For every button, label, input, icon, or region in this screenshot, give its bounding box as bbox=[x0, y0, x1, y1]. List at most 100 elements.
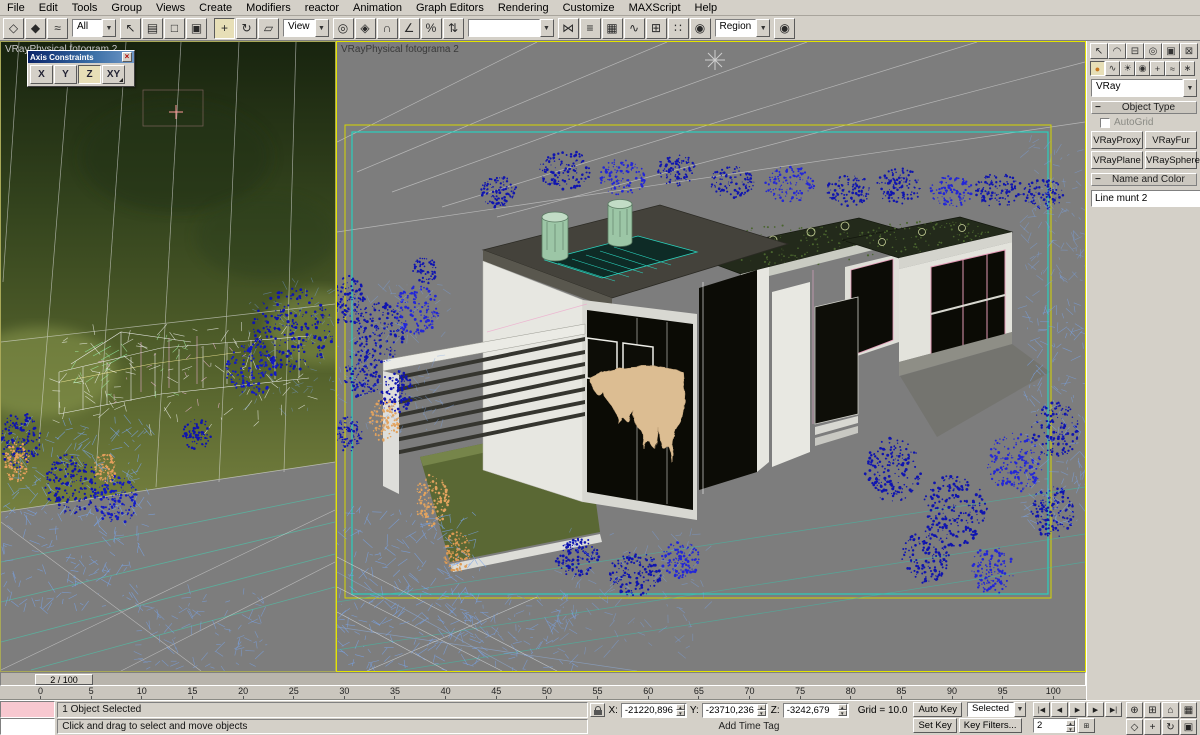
zoom-extents-all-icon[interactable]: ▦ bbox=[1180, 702, 1197, 718]
menu-item[interactable]: Graph Editors bbox=[409, 1, 491, 15]
go-to-end-button[interactable]: ▶| bbox=[1105, 702, 1122, 717]
rollout-name-color[interactable]: Name and Color bbox=[1091, 173, 1197, 186]
select-and-move-icon[interactable]: + bbox=[214, 17, 235, 39]
object-type-button[interactable]: VRayPlane bbox=[1091, 151, 1143, 169]
category-shapes[interactable]: ∿ bbox=[1105, 61, 1120, 76]
tab-create[interactable]: ↖ bbox=[1090, 43, 1108, 59]
select-object-icon[interactable]: ↖ bbox=[120, 17, 141, 39]
viewport-left[interactable]: VRayPhysical fotogram 2 Axis Constraints… bbox=[0, 41, 336, 672]
use-pivot-point-center-icon[interactable]: ◎ bbox=[332, 17, 354, 39]
reference-coordinate-dropdown[interactable]: View ▼ bbox=[283, 19, 329, 37]
tab-modify[interactable]: ◠ bbox=[1108, 43, 1126, 59]
menu-item[interactable]: reactor bbox=[298, 1, 346, 15]
menu-item[interactable]: MAXScript bbox=[622, 1, 688, 15]
render-type-dropdown[interactable]: Region ▼ bbox=[714, 19, 771, 37]
viewport-main[interactable]: VRayPhysical fotograma 2 bbox=[336, 41, 1086, 672]
close-icon[interactable]: × bbox=[122, 52, 132, 62]
object-type-button[interactable]: VRayProxy bbox=[1091, 131, 1143, 149]
quick-render-icon[interactable]: ◉ bbox=[774, 17, 796, 39]
spinner[interactable]: ▲ ▼ bbox=[1066, 719, 1075, 732]
mirror-icon[interactable]: ⋈ bbox=[557, 17, 579, 39]
menu-item[interactable]: Modifiers bbox=[239, 1, 298, 15]
play-button[interactable]: ▶ bbox=[1069, 702, 1086, 717]
axis-constraints-titlebar[interactable]: Axis Constraints × bbox=[28, 51, 134, 63]
percent-snap-icon[interactable]: % bbox=[420, 17, 442, 39]
spinner[interactable]: ▲ ▼ bbox=[756, 704, 766, 716]
rollout-object-type[interactable]: Object Type bbox=[1091, 101, 1197, 114]
axis-constraints-toolbar[interactable]: Axis Constraints × X Y Z XY bbox=[27, 50, 135, 87]
tab-utilities[interactable]: ⊠ bbox=[1180, 43, 1198, 59]
zoom-all-icon[interactable]: ⊞ bbox=[1144, 702, 1161, 718]
time-slider-track[interactable]: 2 / 100 bbox=[0, 672, 1086, 686]
auto-key-button[interactable]: Auto Key bbox=[913, 702, 963, 717]
render-scene-icon[interactable]: ◉ bbox=[689, 17, 711, 39]
angle-snap-icon[interactable]: ∠ bbox=[398, 17, 420, 39]
arc-rotate-icon[interactable]: ↻ bbox=[1162, 719, 1179, 735]
menu-item[interactable]: Group bbox=[104, 1, 149, 15]
named-selection-sets-dropdown[interactable]: ▼ bbox=[467, 19, 554, 37]
key-filters-button[interactable]: Key Filters... bbox=[958, 718, 1022, 733]
menu-item[interactable]: Views bbox=[149, 1, 192, 15]
object-type-button[interactable]: VRaySphere bbox=[1145, 151, 1200, 169]
pan-icon[interactable]: + bbox=[1144, 719, 1161, 735]
mini-listener-macro-pane[interactable] bbox=[0, 701, 56, 718]
transform-type-in-lock-button[interactable] bbox=[590, 703, 606, 717]
rectangular-selection-region-icon[interactable]: □ bbox=[164, 17, 185, 39]
tab-hierarchy[interactable]: ⊟ bbox=[1126, 43, 1144, 59]
menu-item[interactable]: Help bbox=[688, 1, 725, 15]
autogrid-checkbox[interactable] bbox=[1100, 117, 1110, 128]
time-slider[interactable]: 2 / 100 bbox=[35, 674, 93, 685]
coordinate-z-field[interactable]: -3242,679 ▲ ▼ bbox=[782, 702, 849, 718]
coordinate-x-field[interactable]: -21220,896 ▲ ▼ bbox=[620, 702, 687, 718]
menu-item[interactable]: Rendering bbox=[491, 1, 556, 15]
previous-frame-button[interactable]: ◀ bbox=[1051, 702, 1068, 717]
axis-constraint-button[interactable]: XY bbox=[102, 65, 125, 84]
field-of-view-icon[interactable]: ◇ bbox=[1126, 719, 1143, 735]
key-mode-dropdown[interactable]: Selected ▼ bbox=[967, 702, 1026, 717]
axis-constraint-button[interactable]: Z bbox=[78, 65, 101, 84]
set-key-button[interactable]: Set Key bbox=[913, 718, 957, 733]
object-name-input[interactable] bbox=[1091, 190, 1200, 207]
min-max-toggle-icon[interactable]: ▣ bbox=[1180, 719, 1197, 735]
track-bar[interactable]: 0 5 10 15 20 25 30 35 40 45 50 55 60 65 70 75 80 85 90 95 10… bbox=[0, 686, 1086, 700]
selection-filter-dropdown[interactable]: All ▼ bbox=[72, 19, 116, 37]
zoom-extents-icon[interactable]: ⌂ bbox=[1162, 702, 1179, 718]
snap-toggle-icon[interactable]: ∩ bbox=[376, 17, 398, 39]
unlink-selection-icon[interactable]: ◆ bbox=[25, 17, 46, 39]
window-crossing-icon[interactable]: ▣ bbox=[186, 17, 207, 39]
align-icon[interactable]: ≡ bbox=[579, 17, 601, 39]
zoom-icon[interactable]: ⊕ bbox=[1126, 702, 1143, 718]
menu-item[interactable]: Customize bbox=[556, 1, 622, 15]
current-frame-field[interactable]: 2 ▲ ▼ bbox=[1033, 718, 1077, 733]
object-type-button[interactable]: VRayFur bbox=[1145, 131, 1197, 149]
go-to-start-button[interactable]: |◀ bbox=[1033, 702, 1050, 717]
category-geometry[interactable]: ● bbox=[1090, 61, 1105, 76]
category-lights[interactable]: ☀ bbox=[1120, 61, 1135, 76]
viewport-label[interactable]: VRayPhysical fotograma 2 bbox=[341, 44, 459, 55]
next-frame-button[interactable]: ▶ bbox=[1087, 702, 1104, 717]
mini-listener-script-pane[interactable] bbox=[0, 718, 56, 735]
curve-editor-icon[interactable]: ∿ bbox=[623, 17, 645, 39]
category-cameras[interactable]: ◉ bbox=[1135, 61, 1150, 76]
select-and-rotate-icon[interactable]: ↻ bbox=[236, 17, 257, 39]
select-by-name-icon[interactable]: ▤ bbox=[142, 17, 163, 39]
tab-display[interactable]: ▣ bbox=[1162, 43, 1180, 59]
select-and-manipulate-icon[interactable]: ◈ bbox=[354, 17, 376, 39]
select-and-link-icon[interactable]: ◇ bbox=[3, 17, 24, 39]
material-editor-icon[interactable]: ∷ bbox=[667, 17, 689, 39]
schematic-view-icon[interactable]: ⊞ bbox=[645, 17, 667, 39]
spinner[interactable]: ▲ ▼ bbox=[675, 704, 685, 716]
time-configuration-button[interactable]: ⊞ bbox=[1078, 718, 1095, 733]
category-space-warps[interactable]: ≈ bbox=[1165, 61, 1180, 76]
spinner-snap-icon[interactable]: ⇅ bbox=[442, 17, 464, 39]
category-systems[interactable]: ∗ bbox=[1180, 61, 1195, 76]
menu-item[interactable]: Animation bbox=[346, 1, 409, 15]
spinner[interactable]: ▲ ▼ bbox=[837, 704, 847, 716]
add-time-tag-button[interactable]: Add Time Tag bbox=[710, 721, 787, 732]
menu-item[interactable]: File bbox=[0, 1, 32, 15]
menu-item[interactable]: Create bbox=[192, 1, 239, 15]
coordinate-y-field[interactable]: -23710,236 ▲ ▼ bbox=[701, 702, 768, 718]
select-and-scale-icon[interactable]: ▱ bbox=[258, 17, 279, 39]
category-helpers[interactable]: + bbox=[1150, 61, 1165, 76]
bind-to-space-warp-icon[interactable]: ≈ bbox=[47, 17, 68, 39]
